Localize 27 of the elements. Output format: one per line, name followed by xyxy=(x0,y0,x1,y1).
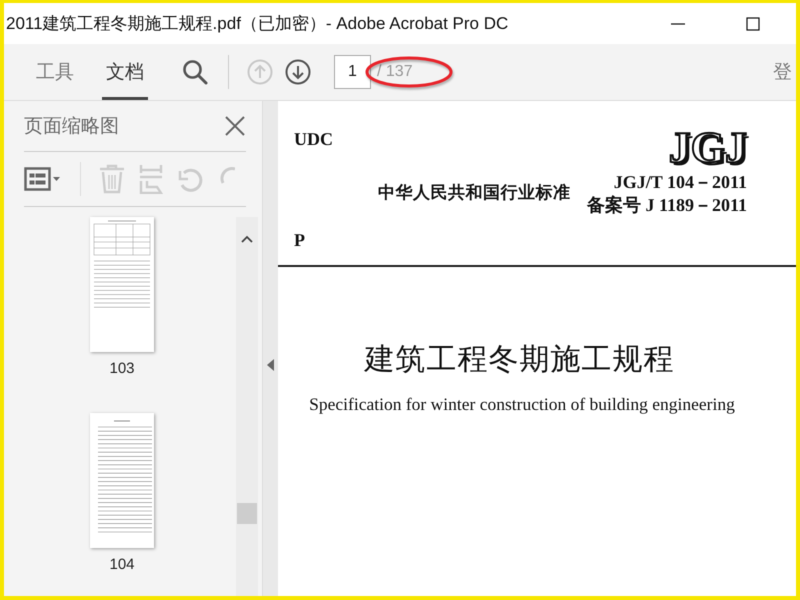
options-menu-icon[interactable] xyxy=(24,166,62,192)
maximize-icon[interactable] xyxy=(746,16,760,30)
page-thumbnail[interactable] xyxy=(90,413,154,548)
record-number: 备案号 J 1189－2011 xyxy=(586,194,747,217)
standard-logo: JGJ xyxy=(668,125,747,171)
search-icon[interactable] xyxy=(182,59,208,85)
scroll-thumb[interactable] xyxy=(237,503,257,524)
panel-title: 页面缩略图 xyxy=(24,115,119,139)
sign-in-link[interactable]: 登 xyxy=(773,59,792,85)
next-page-icon[interactable] xyxy=(285,59,311,85)
page-number: 104 xyxy=(109,556,135,573)
toolbar-tab[interactable]: 工具 xyxy=(32,44,78,100)
page-number-field[interactable]: 1 xyxy=(334,55,371,89)
udc-label: UDC xyxy=(294,129,334,150)
page-count: / 137 xyxy=(377,63,413,81)
publisher-line: 中华人民共和国行业标准 xyxy=(378,182,570,205)
window-title: 2011建筑工程冬期施工规程.pdf（已加密）- Adobe Acrobat Pro DC xyxy=(6,13,508,35)
scrollbar[interactable] xyxy=(236,217,258,596)
page-number: 103 xyxy=(109,360,135,377)
page-thumbnail[interactable] xyxy=(90,217,154,352)
category-label: P xyxy=(294,230,306,251)
close-icon[interactable] xyxy=(224,115,246,137)
document-title: 建筑工程冬期施工规程 xyxy=(363,342,676,378)
document-subtitle: Specification for winter construction of building engineering xyxy=(308,394,736,415)
scroll-up-icon[interactable] xyxy=(241,235,253,243)
collapse-arrow-icon[interactable] xyxy=(267,359,274,371)
standard-code: JGJ/T 104－2011 xyxy=(614,171,747,194)
